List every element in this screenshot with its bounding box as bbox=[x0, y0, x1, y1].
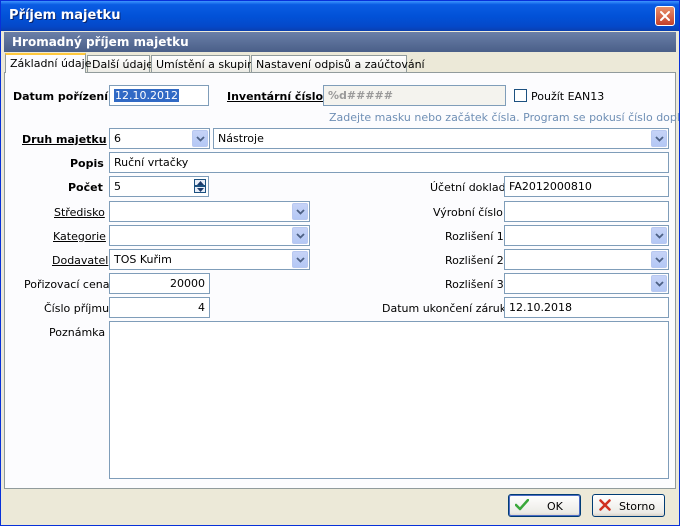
pocet-field[interactable]: 5 bbox=[109, 176, 209, 197]
tab-zakladni-udaje[interactable]: Základní údaje bbox=[5, 53, 91, 73]
porizovaci-cena-field[interactable]: 20000 bbox=[109, 273, 210, 294]
dodavatel-dropdown-button[interactable] bbox=[292, 251, 308, 268]
datum-ukonceni-zaruky-label: Datum ukončení záruky bbox=[382, 302, 513, 315]
datum-porizeni-field[interactable]: 12.10.2012 bbox=[109, 85, 209, 106]
chevron-down-icon bbox=[196, 136, 205, 142]
ok-button-label: OK bbox=[547, 500, 563, 513]
rozliseni1-dropdown-button[interactable] bbox=[651, 227, 667, 244]
poznamka-textarea[interactable] bbox=[109, 321, 669, 479]
tab-umisteni-a-skupina[interactable]: Umístění a skupina bbox=[151, 55, 261, 72]
form-panel: Datum pořízení 12.10.2012 Inventární čís… bbox=[4, 72, 680, 489]
porizovaci-cena-label: Pořizovací cena bbox=[24, 278, 110, 291]
title-bar[interactable]: Příjem majetku bbox=[1, 1, 679, 31]
ucetni-doklad-field[interactable]: FA2012000810 bbox=[504, 176, 669, 197]
ucetni-doklad-label: Účetní doklad bbox=[430, 181, 506, 194]
rozliseni1-combo[interactable] bbox=[504, 225, 669, 246]
inventarni-cislo-label: Inventární číslo bbox=[227, 90, 324, 103]
datum-ukonceni-zaruky-field[interactable]: 12.10.2018 bbox=[504, 297, 669, 318]
stredisko-dropdown-button[interactable] bbox=[292, 203, 308, 220]
dodavatel-combo[interactable]: TOS Kuřim bbox=[109, 249, 310, 270]
spin-up-button[interactable] bbox=[194, 179, 206, 186]
popis-field[interactable]: Ruční vrtačky bbox=[109, 152, 669, 173]
tab-nastaveni-odpisu[interactable]: Nastavení odpisů a zaúčtování bbox=[251, 55, 425, 72]
vyrobni-cislo-label: Výrobní číslo bbox=[433, 206, 503, 219]
rozliseni3-combo[interactable] bbox=[504, 273, 669, 294]
datum-porizeni-value: 12.10.2012 bbox=[114, 89, 179, 102]
rozliseni3-dropdown-button[interactable] bbox=[651, 275, 667, 292]
chevron-down-icon bbox=[655, 281, 664, 287]
rozliseni3-label: Rozlišení 3 bbox=[445, 278, 504, 291]
rozliseni2-combo[interactable] bbox=[504, 249, 669, 270]
poznamka-label: Poznámka bbox=[49, 326, 106, 339]
ean13-checkbox[interactable] bbox=[514, 89, 527, 102]
tab-dalsi-udaje[interactable]: Další údaje bbox=[87, 55, 153, 72]
close-button[interactable] bbox=[655, 6, 675, 26]
rozliseni1-label: Rozlišení 1 bbox=[445, 230, 504, 243]
popis-label: Popis bbox=[70, 157, 104, 170]
ok-button[interactable]: OK bbox=[508, 494, 581, 517]
datum-porizeni-label: Datum pořízení bbox=[13, 90, 109, 103]
dodavatel-value: TOS Kuřim bbox=[114, 253, 172, 266]
chevron-down-icon bbox=[655, 233, 664, 239]
pocet-label: Počet bbox=[68, 181, 103, 194]
druh-majetku-name-combo[interactable]: Nástroje bbox=[213, 128, 669, 149]
arrow-down-icon bbox=[197, 188, 204, 192]
druh-code-dropdown-button[interactable] bbox=[192, 130, 208, 147]
section-banner: Hromadný příjem majetku bbox=[4, 32, 676, 52]
stredisko-combo[interactable] bbox=[109, 201, 310, 222]
ean13-label: Použít EAN13 bbox=[531, 90, 605, 103]
rozliseni2-label: Rozlišení 2 bbox=[445, 254, 504, 267]
inventarni-cislo-field[interactable]: %d##### bbox=[323, 85, 506, 106]
druh-majetku-label: Druh majetku bbox=[22, 133, 107, 146]
cancel-icon bbox=[599, 499, 611, 511]
kategorie-dropdown-button[interactable] bbox=[292, 227, 308, 244]
close-icon bbox=[660, 11, 670, 21]
banner-title: Hromadný příjem majetku bbox=[12, 35, 189, 49]
spin-down-button[interactable] bbox=[194, 186, 206, 193]
kategorie-label: Kategorie bbox=[53, 230, 106, 243]
vyrobni-cislo-field[interactable] bbox=[504, 201, 669, 222]
chevron-down-icon bbox=[655, 136, 664, 142]
arrow-up-icon bbox=[197, 181, 204, 185]
pocet-spinner[interactable] bbox=[194, 179, 206, 194]
chevron-down-icon bbox=[296, 209, 305, 215]
pocet-value: 5 bbox=[114, 180, 121, 193]
inventarni-cislo-hint: Zadejte masku nebo začátek čísla. Progra… bbox=[329, 111, 680, 124]
cancel-button-label: Storno bbox=[619, 500, 656, 513]
window-title: Příjem majetku bbox=[9, 8, 121, 23]
rozliseni2-dropdown-button[interactable] bbox=[651, 251, 667, 268]
dodavatel-label: Dodavatel bbox=[52, 254, 109, 267]
kategorie-combo[interactable] bbox=[109, 225, 310, 246]
chevron-down-icon bbox=[655, 257, 664, 263]
cancel-button[interactable]: Storno bbox=[592, 494, 665, 517]
druh-name-dropdown-button[interactable] bbox=[651, 130, 667, 147]
stredisko-label: Středisko bbox=[54, 206, 105, 219]
cislo-prijmu-field[interactable]: 4 bbox=[109, 297, 210, 318]
druh-majetku-code-combo[interactable]: 6 bbox=[109, 128, 210, 149]
chevron-down-icon bbox=[296, 257, 305, 263]
checkmark-icon bbox=[515, 499, 529, 511]
cislo-prijmu-label: Číslo příjmu bbox=[44, 302, 110, 315]
chevron-down-icon bbox=[296, 233, 305, 239]
druh-majetku-code-value: 6 bbox=[114, 132, 121, 145]
dialog-window: Příjem majetku Hromadný příjem majetku Z… bbox=[0, 0, 680, 526]
druh-majetku-name-value: Nástroje bbox=[218, 132, 264, 145]
